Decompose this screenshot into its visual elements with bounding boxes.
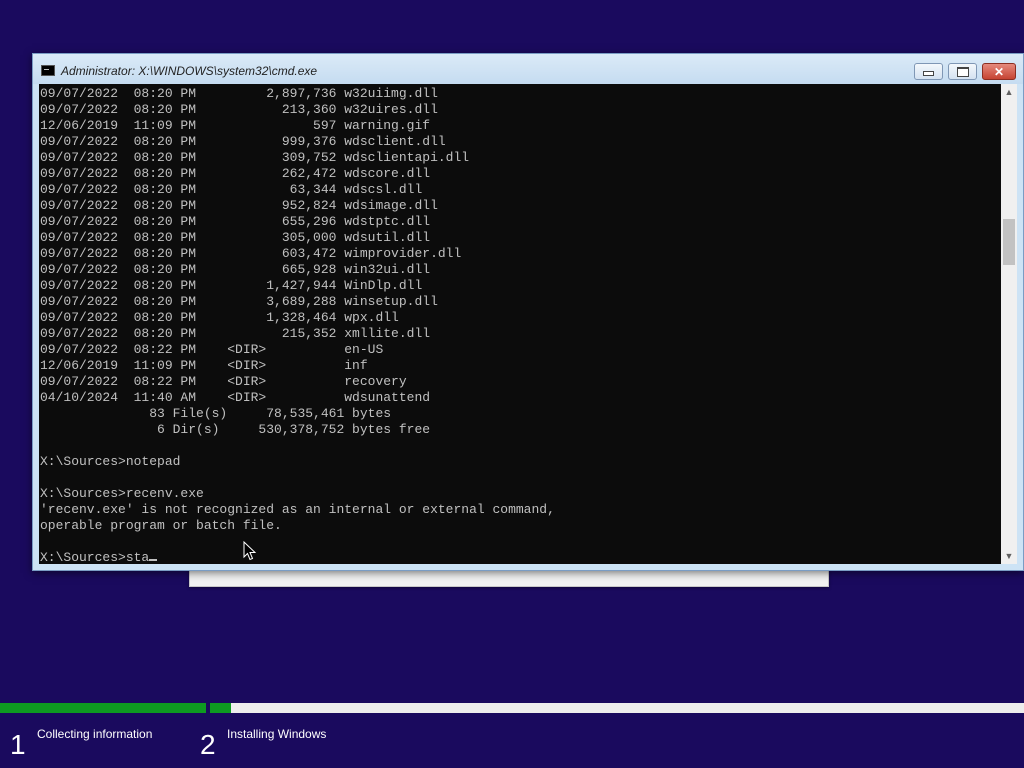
scroll-up-button[interactable]: ▲: [1001, 84, 1017, 100]
cmd-icon: [41, 65, 55, 76]
close-button[interactable]: ✕: [982, 63, 1016, 80]
maximize-button[interactable]: [948, 63, 977, 80]
title-bar[interactable]: Administrator: X:\WINDOWS\system32\cmd.e…: [33, 54, 1023, 84]
console-line: 04/10/2024 11:40 AM <DIR> wdsunattend: [40, 390, 431, 405]
step-label: Installing Windows: [227, 727, 327, 741]
setup-progress-bar: [0, 703, 1024, 713]
console-line: 09/07/2022 08:20 PM 213,360 w32uires.dll: [40, 102, 438, 117]
console-output[interactable]: 09/07/2022 08:20 PM 2,897,736 w32uiimg.d…: [39, 84, 1001, 564]
console-text: 09/07/2022 08:20 PM 2,897,736 w32uiimg.d…: [40, 86, 555, 564]
step-number: 2: [200, 729, 216, 760]
console-line: 6 Dir(s) 530,378,752 bytes free: [40, 422, 431, 437]
chevron-up-icon: ▲: [1004, 87, 1014, 97]
chevron-down-icon: ▼: [1004, 551, 1014, 561]
console-line: 83 File(s) 78,535,461 bytes: [40, 406, 392, 421]
console-line: 09/07/2022 08:20 PM 262,472 wdscore.dll: [40, 166, 431, 181]
progress-segment-collecting: [0, 703, 206, 713]
console-line: 09/07/2022 08:20 PM 63,344 wdscsl.dll: [40, 182, 423, 197]
console-line: X:\Sources>notepad: [40, 454, 181, 469]
console-line: 09/07/2022 08:20 PM 2,897,736 w32uiimg.d…: [40, 86, 438, 101]
text-cursor: [149, 559, 158, 561]
console-line: 12/06/2019 11:09 PM <DIR> inf: [40, 358, 368, 373]
console-line: 09/07/2022 08:20 PM 655,296 wdstptc.dll: [40, 214, 431, 229]
vertical-scrollbar[interactable]: ▲ ▼: [1001, 84, 1017, 564]
progress-segment-installing: [210, 703, 231, 713]
console-line: 09/07/2022 08:20 PM 215,352 xmllite.dll: [40, 326, 431, 341]
console-line: 09/07/2022 08:20 PM 1,427,944 WinDlp.dll: [40, 278, 423, 293]
console-line: 09/07/2022 08:20 PM 1,328,464 wpx.dll: [40, 310, 399, 325]
console-line: 09/07/2022 08:20 PM 665,928 win32ui.dll: [40, 262, 431, 277]
console-line: 09/07/2022 08:20 PM 603,472 wimprovider.…: [40, 246, 462, 261]
scroll-down-button[interactable]: ▼: [1001, 548, 1017, 564]
console-line: 09/07/2022 08:20 PM 952,824 wdsimage.dll: [40, 198, 438, 213]
console-line: X:\Sources>sta: [40, 550, 555, 564]
console-line: 'recenv.exe' is not recognized as an int…: [40, 502, 555, 517]
console-line: 09/07/2022 08:20 PM 3,689,288 winsetup.d…: [40, 294, 438, 309]
console-line: 09/07/2022 08:20 PM 999,376 wdsclient.dl…: [40, 134, 446, 149]
console-line: 12/06/2019 11:09 PM 597 warning.gif: [40, 118, 431, 133]
scroll-thumb[interactable]: [1003, 219, 1015, 265]
console-line: 09/07/2022 08:20 PM 309,752 wdsclientapi…: [40, 150, 470, 165]
mouse-pointer-icon: [243, 541, 257, 561]
minimize-icon: [923, 71, 934, 76]
console-line: 09/07/2022 08:20 PM 305,000 wdsutil.dll: [40, 230, 431, 245]
maximize-icon: [956, 66, 969, 77]
minimize-button[interactable]: [914, 63, 943, 80]
console-line: operable program or batch file.: [40, 518, 282, 533]
cmd-window[interactable]: Administrator: X:\WINDOWS\system32\cmd.e…: [32, 53, 1024, 571]
window-title: Administrator: X:\WINDOWS\system32\cmd.e…: [61, 64, 318, 78]
step-number: 1: [10, 729, 26, 760]
console-line: X:\Sources>recenv.exe: [40, 486, 204, 501]
console-line: 09/07/2022 08:22 PM <DIR> recovery: [40, 374, 407, 389]
console-line: 09/07/2022 08:22 PM <DIR> en-US: [40, 342, 384, 357]
close-icon: ✕: [993, 64, 1005, 79]
step-label: Collecting information: [37, 727, 153, 741]
